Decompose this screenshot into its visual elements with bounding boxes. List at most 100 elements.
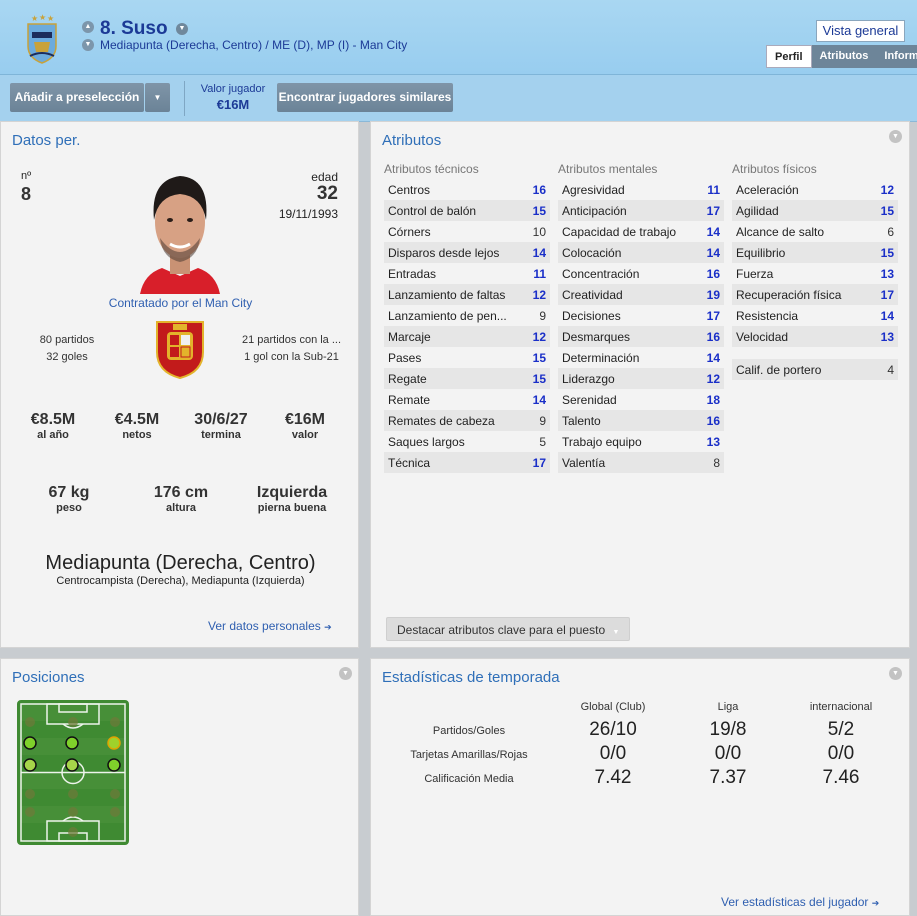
attribute-row[interactable]: Resistencia 14 <box>732 305 898 326</box>
attribute-row[interactable]: Capacidad de trabajo 14 <box>558 221 724 242</box>
tab-perfil[interactable]: Perfil <box>766 45 812 68</box>
stats-cell: 7.37 <box>709 767 747 788</box>
attribute-value: 14 <box>532 392 546 407</box>
attribute-row[interactable]: Disparos desde lejos 14 <box>384 242 550 263</box>
player-stats-link[interactable]: Ver estadísticas del jugador ➔ <box>721 895 879 909</box>
attribute-row[interactable]: Decisiones 17 <box>558 305 724 326</box>
attribute-row[interactable]: Desmarques 16 <box>558 326 724 347</box>
chevron-down-icon: ▼ <box>612 629 620 636</box>
attribute-row[interactable]: Pases 15 <box>384 347 550 368</box>
attribute-row[interactable]: Control de balón 15 <box>384 200 550 221</box>
attribute-row[interactable]: Lanzamiento de faltas 12 <box>384 284 550 305</box>
attribute-name: Lanzamiento de pen... <box>388 308 507 323</box>
player-stats-link-label[interactable]: Ver estadísticas del jugador <box>721 895 868 909</box>
attribute-value: 9 <box>539 308 546 323</box>
attribute-row[interactable]: Velocidad 13 <box>732 326 898 347</box>
attribute-row[interactable]: Lanzamiento de pen... 9 <box>384 305 550 326</box>
attribute-value: 16 <box>706 413 720 428</box>
transfer-value: €16M <box>284 411 326 428</box>
physical-attributes-title: Atributos físicos <box>732 162 817 176</box>
stats-menu-icon[interactable]: ▼ <box>889 667 902 680</box>
date-of-birth: 19/11/1993 <box>278 207 338 221</box>
attribute-row[interactable]: Entradas 11 <box>384 263 550 284</box>
attribute-row[interactable]: Colocación 14 <box>558 242 724 263</box>
age-value: 32 <box>316 183 338 204</box>
attribute-row[interactable]: Valentía 8 <box>558 452 724 473</box>
attribute-name: Pases <box>388 350 422 365</box>
attribute-name: Colocación <box>562 245 622 260</box>
svg-text:★: ★ <box>39 13 46 22</box>
physical-attributes: Atributos físicos Aceleración 12 Agilidad 1… <box>732 162 898 347</box>
attribute-row[interactable]: Centros 16 <box>384 179 550 200</box>
attribute-name: Equilibrio <box>736 245 786 260</box>
toolbar: Añadir a preselección ▼ Valor jugador €1… <box>0 75 917 122</box>
attribute-row[interactable]: Agresividad 11 <box>558 179 724 200</box>
attribute-row[interactable]: Remate 14 <box>384 389 550 410</box>
attribute-row[interactable]: Alcance de salto 6 <box>732 221 898 242</box>
attribute-name: Entradas <box>388 266 437 281</box>
intl-matches: 21 partidos con la ... <box>241 334 342 346</box>
stats-row-label: Partidos/Goles <box>432 725 506 737</box>
attribute-value: 14 <box>880 308 894 323</box>
attribute-row[interactable]: Marcaje 12 <box>384 326 550 347</box>
club-matches: 80 partidos <box>39 334 95 346</box>
attribute-name: Agresividad <box>562 182 625 197</box>
atributos-menu-icon[interactable]: ▼ <box>889 130 902 143</box>
personal-data-link[interactable]: Ver datos personales ➔ <box>208 619 332 633</box>
attribute-row[interactable]: Equilibrio 15 <box>732 242 898 263</box>
find-similar-button[interactable]: Encontrar jugadores similares <box>277 83 453 112</box>
attribute-row[interactable]: Córners 10 <box>384 221 550 242</box>
personal-data-link-label[interactable]: Ver datos personales <box>208 619 321 633</box>
attribute-name: Regate <box>388 371 427 386</box>
stats-row-label: Tarjetas Amarillas/Rojas <box>410 749 528 761</box>
mental-attributes: Atributos mentales Agresividad 11 Anticipa… <box>558 162 724 473</box>
attribute-name: Liderazgo <box>562 371 615 386</box>
age-label: edad <box>311 170 338 184</box>
attribute-row[interactable]: Remates de cabeza 9 <box>384 410 550 431</box>
gk-rating-label: Calif. de portero <box>736 362 822 377</box>
next-player-button[interactable]: ▼ <box>82 39 94 51</box>
attribute-row[interactable]: Técnica 17 <box>384 452 550 473</box>
tab-informe[interactable]: Inform <box>876 45 917 68</box>
height-value: 176 cm <box>153 484 209 501</box>
attribute-row[interactable]: Liderazgo 12 <box>558 368 724 389</box>
attribute-row[interactable]: Concentración 16 <box>558 263 724 284</box>
attribute-name: Decisiones <box>562 308 621 323</box>
attribute-row[interactable]: Determinación 14 <box>558 347 724 368</box>
shortlist-dropdown-icon[interactable]: ▼ <box>145 83 170 112</box>
attribute-name: Velocidad <box>736 329 789 344</box>
attribute-value: 19 <box>706 287 720 302</box>
squad-number: 8 <box>21 184 32 204</box>
attribute-row[interactable]: Serenidad 18 <box>558 389 724 410</box>
attribute-value: 15 <box>532 350 546 365</box>
prev-player-button[interactable]: ▲ <box>82 21 94 33</box>
attribute-value: 14 <box>706 224 720 239</box>
attribute-row[interactable]: Fuerza 13 <box>732 263 898 284</box>
attribute-row[interactable]: Agilidad 15 <box>732 200 898 221</box>
attribute-row[interactable]: Recuperación física 17 <box>732 284 898 305</box>
attribute-row[interactable]: Anticipación 17 <box>558 200 724 221</box>
national-team-crest-icon[interactable] <box>153 318 207 380</box>
player-menu-chevron-icon[interactable]: ▼ <box>176 23 188 35</box>
add-shortlist-button[interactable]: Añadir a preselección <box>10 83 144 112</box>
attribute-value: 17 <box>706 308 720 323</box>
gk-rating-value: 4 <box>887 362 894 377</box>
attribute-row[interactable]: Aceleración 12 <box>732 179 898 200</box>
attribute-row[interactable]: Talento 16 <box>558 410 724 431</box>
player-value: €16M <box>216 97 250 112</box>
attribute-row[interactable]: Trabajo equipo 13 <box>558 431 724 452</box>
vista-general-button[interactable]: Vista general <box>816 20 905 42</box>
datos-panel: Datos per. nº 8 edad 32 19/11/1993 Contr… <box>0 121 359 648</box>
attribute-value: 6 <box>887 224 894 239</box>
attribute-row[interactable]: Saques largos 5 <box>384 431 550 452</box>
tab-atributos[interactable]: Atributos <box>811 45 877 68</box>
attribute-row[interactable]: Regate 15 <box>384 368 550 389</box>
attribute-value: 8 <box>713 455 720 470</box>
highlight-key-attributes-button[interactable]: Destacar atributos clave para el puesto … <box>386 617 631 641</box>
attribute-value: 17 <box>880 287 894 302</box>
stats-cell: 0/0 <box>599 743 627 764</box>
attribute-name: Marcaje <box>388 329 431 344</box>
stats-panel: Estadísticas de temporada ▼ Global (Club… <box>370 658 910 916</box>
attribute-row[interactable]: Creatividad 19 <box>558 284 724 305</box>
posiciones-menu-icon[interactable]: ▼ <box>339 667 352 680</box>
